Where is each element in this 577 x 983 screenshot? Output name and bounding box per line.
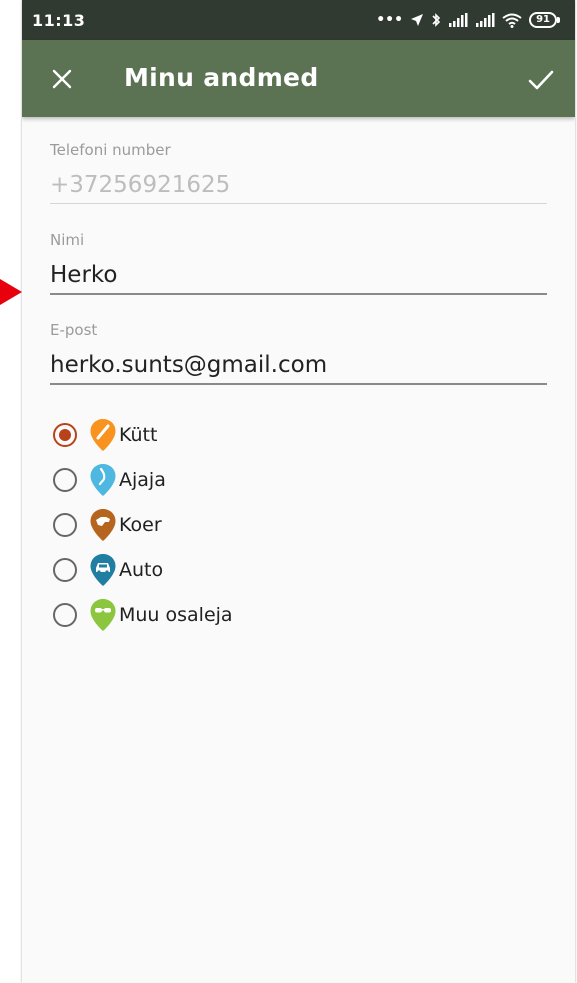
role-option-muu-osaleja[interactable]: Muu osaleja	[50, 592, 233, 637]
status-icons: ••• 91	[376, 12, 560, 28]
battery-icon: 91	[529, 12, 560, 28]
status-bar: 11:13 ••• 91	[22, 0, 575, 40]
role-option-kutt[interactable]: Kütt	[50, 412, 233, 457]
other-pin-icon	[90, 598, 116, 631]
name-label: Nimi	[50, 231, 85, 249]
name-input[interactable]	[50, 257, 547, 293]
role-label: Auto	[119, 558, 164, 581]
location-arrow-icon	[411, 14, 424, 26]
check-icon	[528, 70, 554, 90]
radio-button[interactable]	[53, 422, 77, 447]
radio-button[interactable]	[53, 512, 77, 537]
name-field: Nimi	[50, 231, 547, 295]
signal-icon	[449, 13, 468, 27]
dog-pin-icon	[90, 508, 116, 541]
signal-icon	[476, 13, 495, 27]
email-label: E-post	[50, 321, 98, 339]
radio-button[interactable]	[53, 602, 77, 627]
app-bar: Minu andmed	[22, 40, 575, 117]
role-option-ajaja[interactable]: Ajaja	[50, 457, 233, 502]
car-pin-icon	[90, 553, 116, 586]
beater-pin-icon	[90, 463, 116, 496]
phone-label: Telefoni number	[50, 141, 171, 159]
close-button[interactable]	[47, 64, 77, 94]
radio-button[interactable]	[53, 557, 77, 582]
email-underline	[50, 383, 547, 385]
hunter-pin-icon	[90, 418, 116, 451]
page-title: Minu andmed	[124, 63, 319, 92]
wifi-icon	[502, 13, 522, 28]
role-radio-group: Kütt Ajaja Koer Auto Muu osaleja	[50, 412, 233, 637]
role-option-auto[interactable]: Auto	[50, 547, 233, 592]
bluetooth-icon	[432, 13, 441, 27]
phone-underline	[50, 203, 547, 204]
status-time: 11:13	[32, 10, 86, 30]
name-underline	[50, 293, 547, 295]
close-icon	[52, 69, 72, 89]
role-label: Ajaja	[119, 468, 166, 491]
role-label: Muu osaleja	[119, 603, 233, 626]
phone-input	[50, 167, 547, 203]
email-input[interactable]	[50, 347, 547, 383]
annotation-arrow	[0, 279, 22, 305]
role-label: Koer	[119, 513, 162, 536]
confirm-button[interactable]	[525, 64, 557, 96]
role-label: Kütt	[119, 423, 158, 446]
more-dots-icon: •••	[376, 12, 404, 28]
role-option-koer[interactable]: Koer	[50, 502, 233, 547]
radio-button[interactable]	[53, 467, 77, 492]
email-field: E-post	[50, 321, 547, 385]
phone-screen: 11:13 ••• 91 Minu andmed Telefoni number…	[22, 0, 575, 983]
phone-field: Telefoni number	[50, 141, 547, 204]
